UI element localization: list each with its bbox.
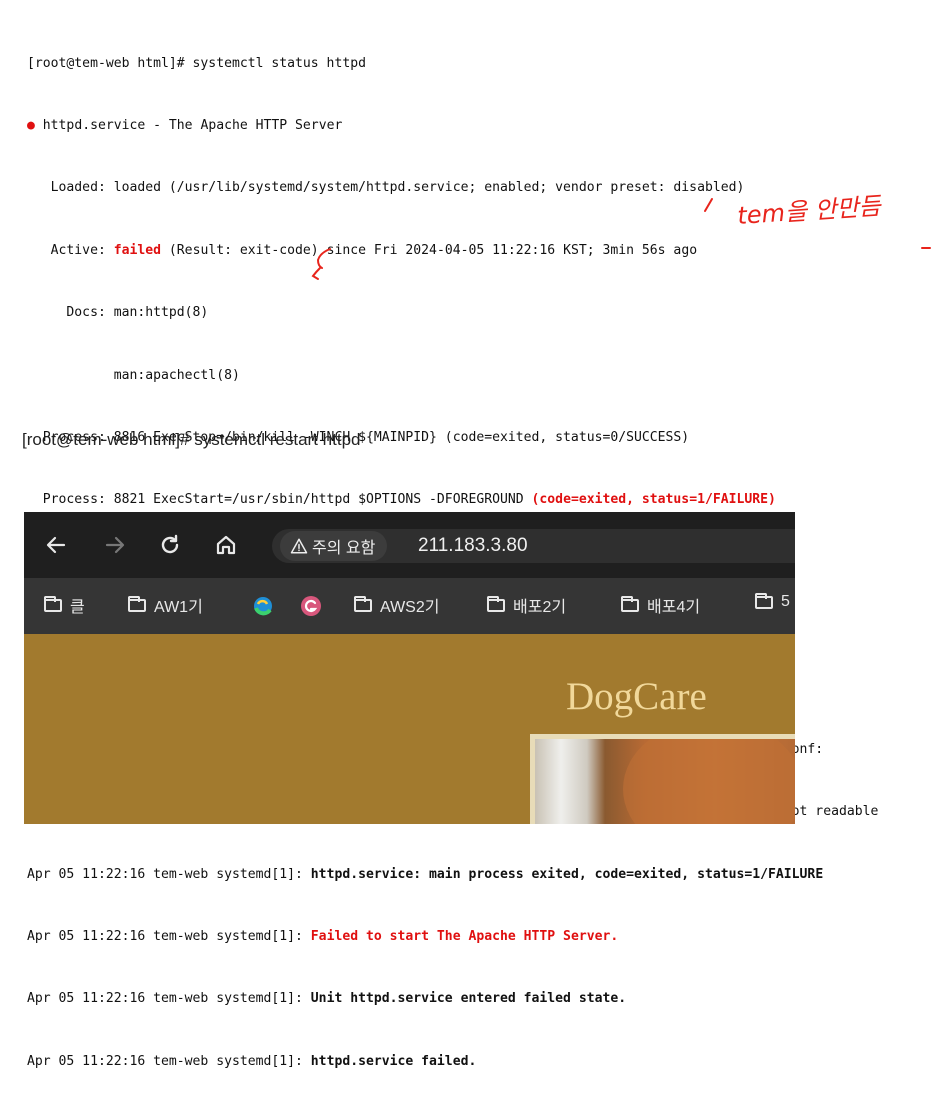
terminal-prompt-line: [root@tem-web html]# systemctl status ht… [27,55,366,71]
edge-app-icon[interactable] [252,595,274,617]
log6-prefix: Apr 05 11:22:16 tem-web systemd[1]: [27,991,311,1007]
active-line: Active: failed (Result: exit-code) since… [27,241,932,262]
bookmark-label: AW1기 [154,599,203,616]
log-line-7: Apr 05 11:22:16 tem-web systemd[1]: http… [27,1052,932,1073]
log6-msg: Unit httpd.service entered failed state. [310,991,627,1007]
security-warning-chip[interactable]: 주의 요함 [280,531,388,561]
forward-arrow-icon[interactable] [103,533,127,557]
log-line-4: Apr 05 11:22:16 tem-web systemd[1]: http… [27,865,932,886]
log-line-5: Apr 05 11:22:16 tem-web systemd[1]: Fail… [27,927,932,948]
hero-image [535,739,795,824]
hero-image-frame [530,734,795,824]
folder-icon [354,595,372,612]
bookmark-label: 5 [781,593,790,610]
docs-line-2: man:apachectl(8) [27,367,240,383]
docs-line: Docs: man:httpd(8) [27,305,209,321]
web-page-content: DogCare [24,634,795,824]
restart-command: [root@tem-web html]# systemctl restart h… [22,430,361,449]
folder-icon [487,595,505,612]
active-prefix: Active: [27,242,114,258]
home-icon[interactable] [214,533,238,557]
log-line-6: Apr 05 11:22:16 tem-web systemd[1]: Unit… [27,989,932,1010]
bookmark-label: 배포4기 [647,599,701,616]
log5-msg: Failed to start The Apache HTTP Server. [310,929,619,945]
service-name: httpd.service - The Apache HTTP Server [42,117,343,133]
bookmark-folder-aws2[interactable]: AWS2기 [354,593,439,617]
folder-icon [621,595,639,612]
log7-prefix: Apr 05 11:22:16 tem-web systemd[1]: [27,1053,311,1069]
bookmark-label: 배포2기 [513,599,567,616]
process2-prefix: Process: 8821 ExecStart=/usr/sbin/httpd … [27,492,532,508]
log4-prefix: Apr 05 11:22:16 tem-web systemd[1]: [27,866,311,882]
active-status: failed [113,242,162,258]
address-bar[interactable]: 주의 요함 211.183.3.80 [272,529,795,563]
browser-window: 주의 요함 211.183.3.80 클 AW1기 AWS2기 배포2기 배포4… [24,512,795,824]
reload-icon[interactable] [158,533,182,557]
log4-msg: httpd.service: main process exited, code… [310,866,824,882]
warning-label: 주의 요함 [312,540,376,557]
bookmark-label: 클 [70,599,85,616]
bookmark-folder-deploy2[interactable]: 배포2기 [487,593,566,617]
folder-icon [44,595,62,612]
warning-icon [290,538,308,554]
back-arrow-icon[interactable] [44,533,68,557]
process-line-2: Process: 8821 ExecStart=/usr/sbin/httpd … [27,490,932,511]
service-line: ● httpd.service - The Apache HTTP Server [27,116,932,137]
url-text[interactable]: 211.183.3.80 [418,535,528,557]
site-title: DogCare [566,675,707,718]
bookmark-label: AWS2기 [380,599,440,616]
folder-icon [755,592,773,609]
bookmark-folder-5[interactable]: 5 [755,592,790,611]
log7-msg: httpd.service failed. [310,1053,477,1069]
active-rest: (Result: exit-code) since Fri 2024-04-05… [161,242,698,258]
status-dot-icon: ● [27,117,35,133]
bookmark-folder-1[interactable]: 클 [44,593,85,617]
browser-toolbar: 주의 요함 211.183.3.80 [24,512,795,578]
bookmark-folder-aw1[interactable]: AW1기 [128,593,203,617]
process2-status: (code=exited, status=1/FAILURE) [531,492,776,508]
grammarly-icon[interactable] [300,595,322,617]
bookmark-folder-deploy4[interactable]: 배포4기 [621,593,700,617]
bookmarks-bar: 클 AW1기 AWS2기 배포2기 배포4기 5 [24,578,795,634]
log5-prefix: Apr 05 11:22:16 tem-web systemd[1]: [27,929,311,945]
loaded-line: Loaded: loaded (/usr/lib/systemd/system/… [27,180,745,196]
folder-icon [128,595,146,612]
